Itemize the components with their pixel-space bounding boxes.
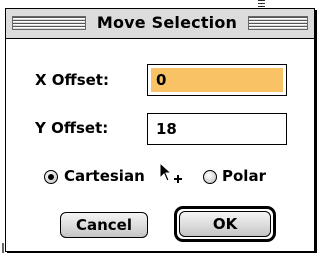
dialog-shadow bbox=[315, 10, 317, 253]
titlebar-stripes bbox=[12, 16, 86, 30]
dialog-titlebar[interactable]: Move Selection bbox=[6, 9, 314, 39]
x-offset-label: X Offset: bbox=[35, 71, 109, 89]
cartesian-radio-label[interactable]: Cartesian bbox=[64, 167, 145, 185]
polar-radio-label[interactable]: Polar bbox=[222, 167, 266, 185]
y-offset-label: Y Offset: bbox=[35, 119, 109, 137]
y-offset-value: 18 bbox=[156, 120, 177, 138]
titlebar-stripes bbox=[248, 16, 308, 30]
cartesian-radio[interactable] bbox=[44, 170, 58, 184]
edge-mark bbox=[2, 243, 4, 253]
polar-radio[interactable] bbox=[203, 170, 217, 184]
dialog-title: Move Selection bbox=[96, 13, 238, 32]
arrow-plus-cursor-icon bbox=[159, 162, 182, 183]
y-offset-field[interactable]: 18 bbox=[147, 113, 287, 145]
x-offset-field[interactable]: 0 bbox=[147, 64, 287, 96]
field-selection-highlight bbox=[151, 68, 283, 92]
x-offset-value: 0 bbox=[156, 71, 167, 89]
cancel-button[interactable]: Cancel bbox=[60, 212, 148, 238]
ok-button[interactable]: OK bbox=[179, 211, 271, 237]
